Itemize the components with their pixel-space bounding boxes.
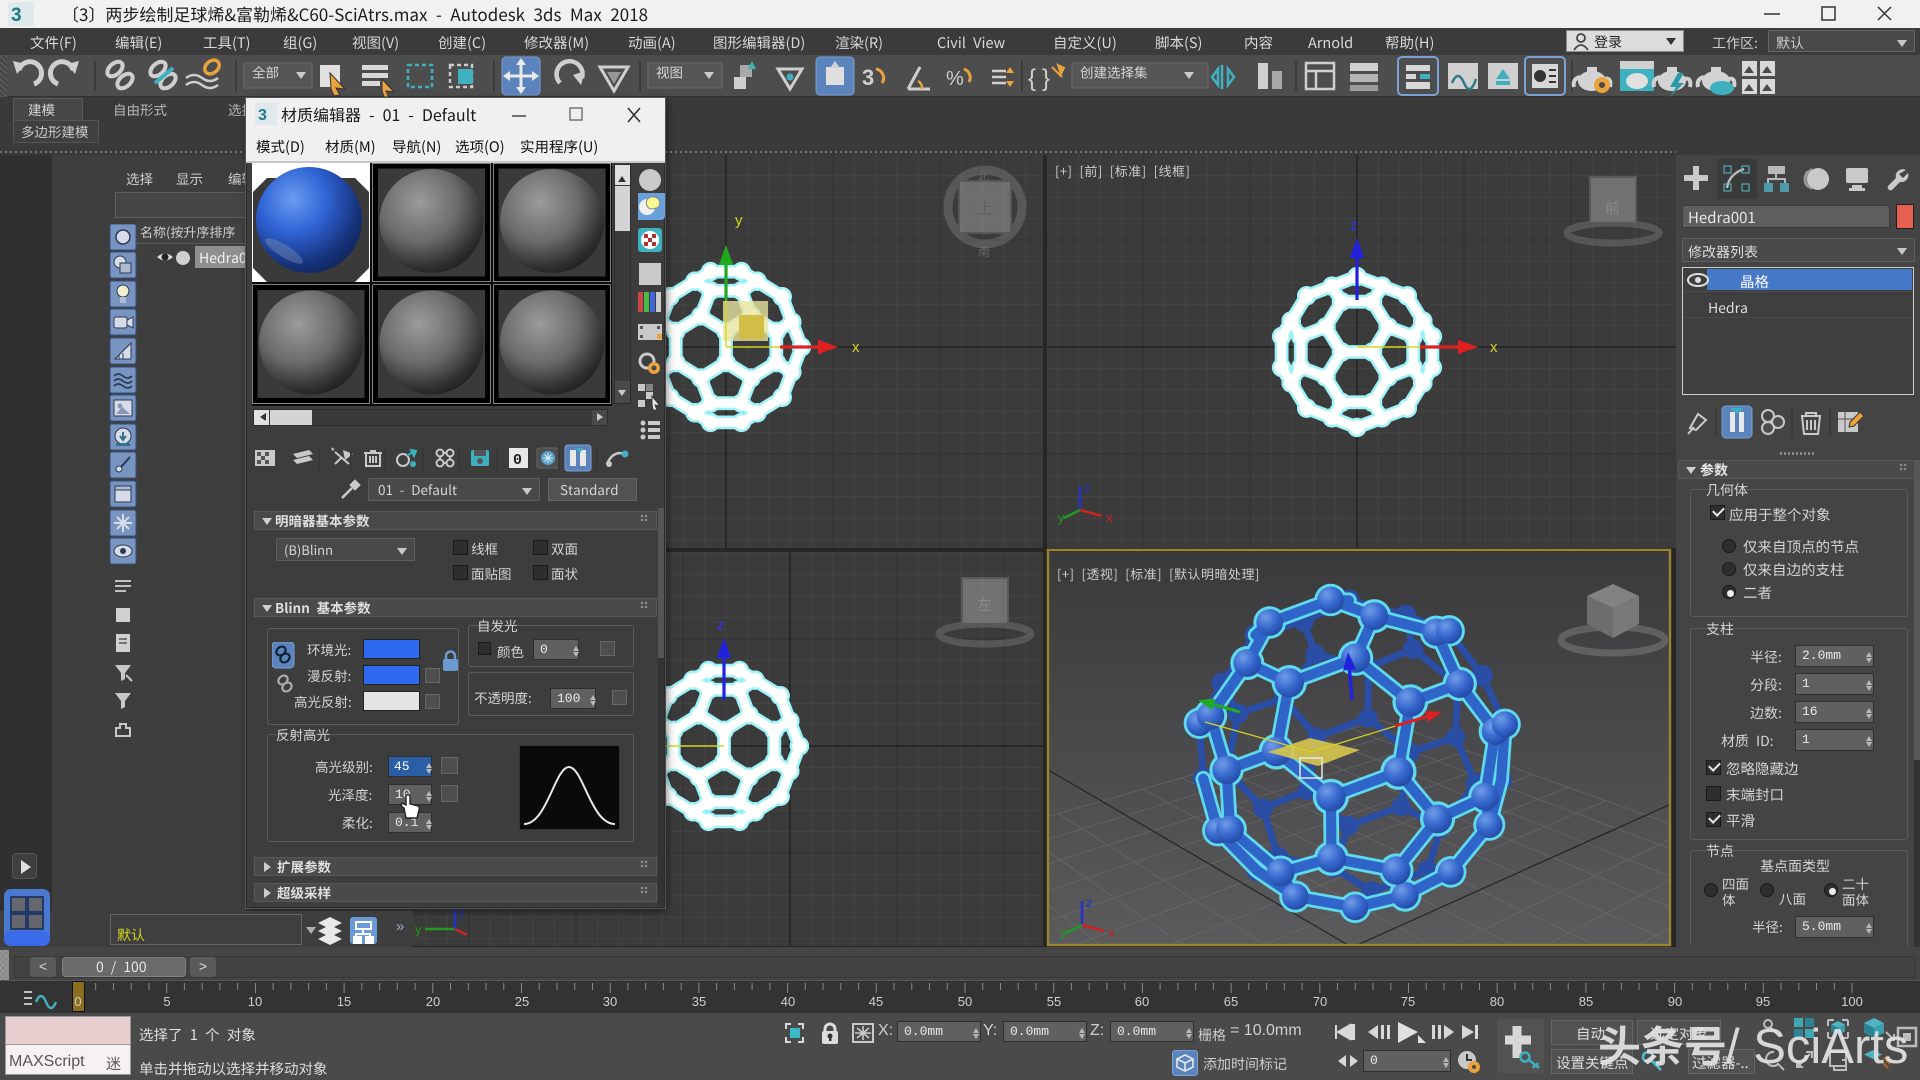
svg-text:3: 3 bbox=[11, 5, 22, 26]
svg-text:x: x bbox=[1490, 339, 1498, 356]
svg-text:3: 3 bbox=[258, 107, 267, 124]
svg-text:z: z bbox=[1086, 895, 1093, 910]
svg-text:*: * bbox=[331, 446, 335, 456]
svg-text:%: % bbox=[946, 68, 964, 90]
svg-text:y: y bbox=[1060, 925, 1067, 940]
svg-text:x: x bbox=[852, 339, 860, 356]
svg-text:y: y bbox=[1058, 510, 1065, 525]
svg-text:z: z bbox=[1084, 480, 1091, 495]
svg-text:y: y bbox=[415, 922, 422, 937]
svg-text:z: z bbox=[1350, 217, 1358, 234]
svg-text:z: z bbox=[717, 617, 725, 634]
svg-text:x: x bbox=[1106, 510, 1113, 525]
svg-text:0: 0 bbox=[513, 452, 522, 469]
svg-text:{: { bbox=[1028, 65, 1036, 92]
svg-text:3: 3 bbox=[862, 65, 874, 90]
svg-text:y: y bbox=[735, 212, 743, 229]
svg-text:}: } bbox=[1042, 65, 1050, 92]
svg-text:x: x bbox=[1108, 925, 1115, 940]
